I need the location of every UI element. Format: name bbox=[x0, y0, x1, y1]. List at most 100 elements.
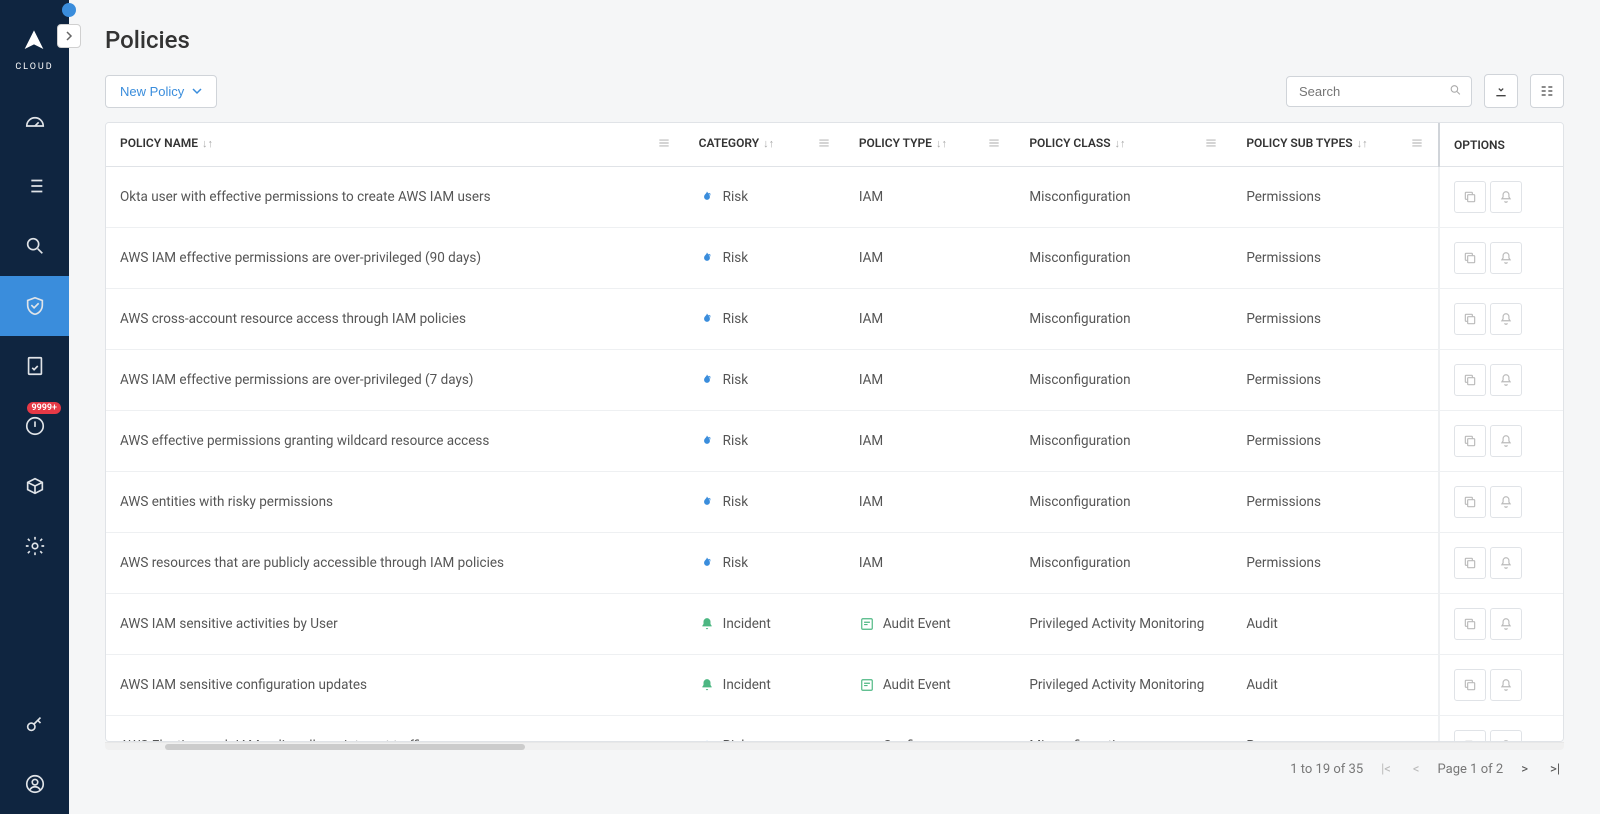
cell-sub: Permissions bbox=[1232, 228, 1439, 289]
table-row[interactable]: AWS IAM effective permissions are over-p… bbox=[106, 228, 1563, 289]
copy-button[interactable] bbox=[1454, 303, 1486, 335]
table-row[interactable]: AWS IAM sensitive activities by UserInci… bbox=[106, 594, 1563, 655]
notify-button[interactable] bbox=[1490, 547, 1522, 579]
pagination: 1 to 19 of 35 |< < Page 1 of 2 > >| bbox=[69, 750, 1600, 789]
cell-class: Misconfiguration bbox=[1015, 350, 1232, 411]
table-row[interactable]: AWS IAM sensitive configuration updatesI… bbox=[106, 655, 1563, 716]
cell-options bbox=[1439, 167, 1563, 228]
new-policy-label: New Policy bbox=[120, 84, 184, 99]
notify-button[interactable] bbox=[1490, 669, 1522, 701]
cell-type: IAM bbox=[845, 228, 1016, 289]
nav-investigate[interactable] bbox=[0, 216, 69, 276]
nav-inventory[interactable] bbox=[0, 156, 69, 216]
columns-button[interactable] bbox=[1530, 74, 1564, 108]
cube-icon bbox=[24, 475, 46, 497]
policies-table: POLICY NAME↓↑ CATEGORY↓↑ POLICY TYPE↓↑ bbox=[106, 123, 1563, 742]
cell-type: IAM bbox=[845, 167, 1016, 228]
copy-button[interactable] bbox=[1454, 547, 1486, 579]
fire-icon bbox=[699, 189, 715, 205]
notify-button[interactable] bbox=[1490, 730, 1522, 742]
cell-class: Misconfiguration bbox=[1015, 167, 1232, 228]
table-row[interactable]: AWS entities with risky permissionsRiskI… bbox=[106, 472, 1563, 533]
shield-check-icon bbox=[24, 295, 46, 317]
horizontal-scrollbar[interactable] bbox=[105, 742, 1564, 750]
list-icon bbox=[24, 175, 46, 197]
col-header-name[interactable]: POLICY NAME↓↑ bbox=[106, 123, 685, 167]
cell-policy-name: AWS IAM sensitive configuration updates bbox=[106, 655, 685, 716]
fire-icon bbox=[699, 433, 715, 449]
filter-icon[interactable] bbox=[817, 136, 831, 153]
copy-button[interactable] bbox=[1454, 242, 1486, 274]
page-header: Policies bbox=[69, 0, 1600, 62]
copy-button[interactable] bbox=[1454, 669, 1486, 701]
nav-policies[interactable] bbox=[0, 276, 69, 336]
new-policy-button[interactable]: New Policy bbox=[105, 75, 217, 108]
brand-text: CLOUD bbox=[15, 62, 53, 72]
notify-button[interactable] bbox=[1490, 364, 1522, 396]
copy-button[interactable] bbox=[1454, 425, 1486, 457]
nav-dashboard[interactable] bbox=[0, 96, 69, 156]
logo-icon bbox=[20, 28, 48, 56]
cell-sub: Audit bbox=[1232, 594, 1439, 655]
cell-policy-name: AWS cross-account resource access throug… bbox=[106, 289, 685, 350]
nav-compliance[interactable] bbox=[0, 336, 69, 396]
audit-event-icon bbox=[859, 616, 875, 632]
cell-type: IAM bbox=[845, 472, 1016, 533]
pager-next[interactable]: > bbox=[1517, 760, 1532, 779]
sidebar-expand-button[interactable] bbox=[57, 24, 81, 48]
cell-category: Risk bbox=[685, 716, 845, 743]
table-row[interactable]: AWS effective permissions granting wildc… bbox=[106, 411, 1563, 472]
col-header-sub[interactable]: POLICY SUB TYPES↓↑ bbox=[1232, 123, 1439, 167]
bell-icon bbox=[1499, 495, 1513, 509]
copy-button[interactable] bbox=[1454, 608, 1486, 640]
filter-icon[interactable] bbox=[657, 136, 671, 153]
notify-button[interactable] bbox=[1490, 608, 1522, 640]
pager-last[interactable]: >| bbox=[1546, 760, 1564, 779]
table-row[interactable]: Okta user with effective permissions to … bbox=[106, 167, 1563, 228]
copy-button[interactable] bbox=[1454, 364, 1486, 396]
cell-sub: Permissions bbox=[1232, 533, 1439, 594]
nav-compute[interactable] bbox=[0, 456, 69, 516]
notify-button[interactable] bbox=[1490, 486, 1522, 518]
copy-button[interactable] bbox=[1454, 730, 1486, 742]
download-button[interactable] bbox=[1484, 74, 1518, 108]
copy-icon bbox=[1463, 556, 1477, 570]
copy-button[interactable] bbox=[1454, 486, 1486, 518]
col-header-type[interactable]: POLICY TYPE↓↑ bbox=[845, 123, 1016, 167]
policies-table-wrapper: POLICY NAME↓↑ CATEGORY↓↑ POLICY TYPE↓↑ bbox=[105, 122, 1564, 742]
table-row[interactable]: AWS Elasticsearch IAM policy allows inte… bbox=[106, 716, 1563, 743]
search-input[interactable] bbox=[1286, 76, 1472, 107]
table-row[interactable]: AWS cross-account resource access throug… bbox=[106, 289, 1563, 350]
cell-category: Risk bbox=[685, 167, 845, 228]
copy-button[interactable] bbox=[1454, 181, 1486, 213]
pager-prev[interactable]: < bbox=[1409, 760, 1424, 779]
cell-category: Risk bbox=[685, 289, 845, 350]
filter-icon[interactable] bbox=[1410, 136, 1424, 153]
cell-options bbox=[1439, 350, 1563, 411]
nav-profile[interactable] bbox=[0, 754, 69, 814]
nav-settings[interactable] bbox=[0, 516, 69, 576]
bell-icon bbox=[1499, 312, 1513, 326]
cell-policy-name: AWS resources that are publicly accessib… bbox=[106, 533, 685, 594]
col-header-category[interactable]: CATEGORY↓↑ bbox=[685, 123, 845, 167]
user-circle-icon bbox=[24, 773, 46, 795]
pager-first[interactable]: |< bbox=[1377, 760, 1395, 779]
notify-button[interactable] bbox=[1490, 181, 1522, 213]
table-row[interactable]: AWS IAM effective permissions are over-p… bbox=[106, 350, 1563, 411]
alerts-badge: 9999+ bbox=[27, 402, 61, 414]
cell-class: Privileged Activity Monitoring bbox=[1015, 655, 1232, 716]
notify-button[interactable] bbox=[1490, 242, 1522, 274]
bell-icon bbox=[699, 616, 715, 632]
filter-icon[interactable] bbox=[987, 136, 1001, 153]
nav-alerts[interactable]: 9999+ bbox=[0, 396, 69, 456]
filter-icon[interactable] bbox=[1204, 136, 1218, 153]
cell-options bbox=[1439, 289, 1563, 350]
notify-button[interactable] bbox=[1490, 425, 1522, 457]
scrollbar-thumb[interactable] bbox=[165, 744, 525, 750]
nav-subscription[interactable] bbox=[0, 694, 69, 754]
search-icon bbox=[1449, 82, 1462, 101]
col-header-class[interactable]: POLICY CLASS↓↑ bbox=[1015, 123, 1232, 167]
table-row[interactable]: AWS resources that are publicly accessib… bbox=[106, 533, 1563, 594]
notify-button[interactable] bbox=[1490, 303, 1522, 335]
copy-icon bbox=[1463, 434, 1477, 448]
